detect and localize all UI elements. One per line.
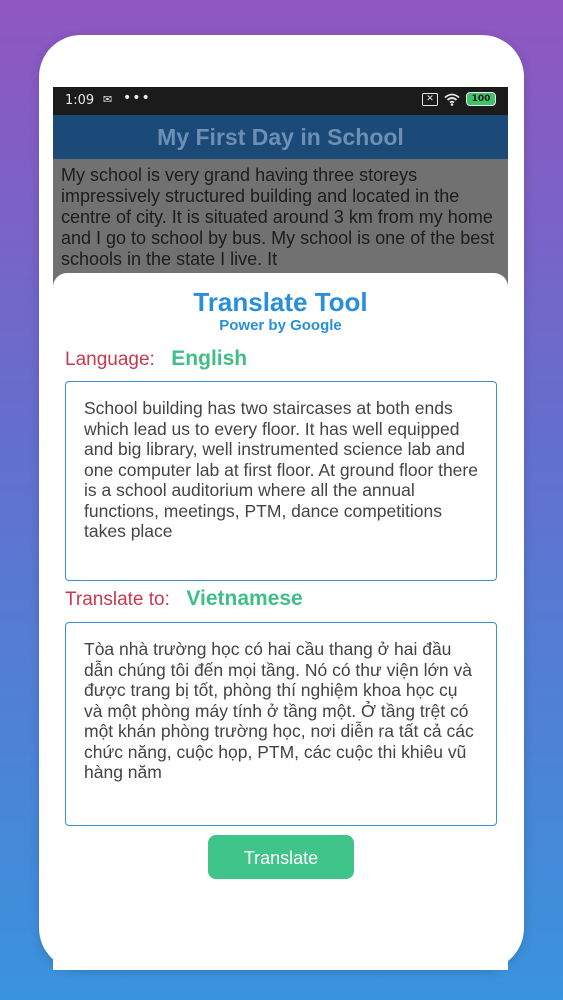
article-title: My First Day in School xyxy=(53,115,508,159)
translated-text-output[interactable]: Tòa nhà trường học có hai cầu thang ở ha… xyxy=(65,622,497,826)
sheet-title: Translate Tool xyxy=(193,287,368,317)
wifi-icon xyxy=(444,93,460,106)
status-bar: 1:09 ✉ ••• ✕ 100 xyxy=(53,87,508,115)
translate-button[interactable]: Translate xyxy=(208,835,354,879)
translate-sheet: Translate Tool Power by Google Language:… xyxy=(53,273,508,970)
source-language-row[interactable]: Language: English xyxy=(65,347,247,371)
more-dots-icon: ••• xyxy=(123,90,151,106)
status-time: 1:09 xyxy=(65,93,95,108)
target-language-label: Translate to: xyxy=(65,589,170,610)
source-language-label: Language: xyxy=(65,349,155,370)
status-icons: ✕ 100 xyxy=(422,92,496,106)
app-screen: 1:09 ✉ ••• ✕ 100 My First Day in School … xyxy=(53,87,508,970)
source-language-value[interactable]: English xyxy=(171,347,247,370)
no-sim-icon: ✕ xyxy=(422,92,438,106)
target-language-value[interactable]: Vietnamese xyxy=(186,587,302,610)
sheet-subtitle: Power by Google xyxy=(219,317,342,334)
source-text-input[interactable]: School building has two staircases at bo… xyxy=(65,381,497,581)
battery-icon: 100 xyxy=(466,92,496,106)
message-icon: ✉ xyxy=(103,93,113,106)
target-language-row[interactable]: Translate to: Vietnamese xyxy=(65,587,303,611)
